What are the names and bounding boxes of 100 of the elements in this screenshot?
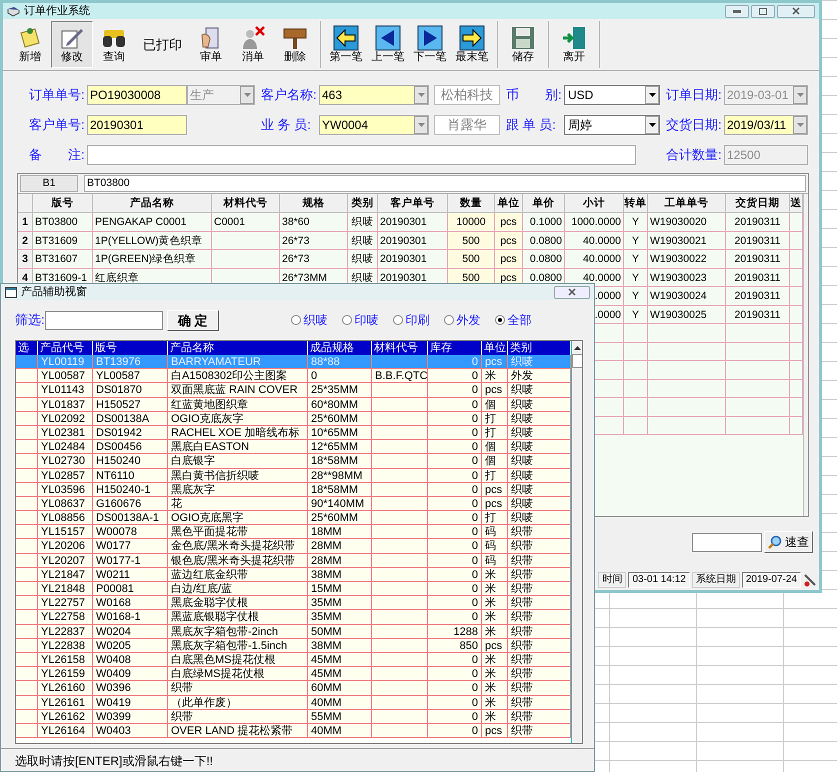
toolbar-button[interactable]: 储存: [502, 21, 544, 68]
toolbar-button[interactable]: 最末笔: [451, 21, 493, 68]
search-button[interactable]: 速查: [764, 531, 813, 553]
table-cell: YL02381: [38, 426, 93, 440]
table-cell: 0: [428, 596, 482, 610]
table-row[interactable]: YL22838 W0205 黑底灰字箱包带-1.5inch 38MM 850 pcs 织带: [16, 638, 571, 653]
table-cell: pcs: [495, 250, 523, 268]
table-cell: 0: [428, 496, 482, 510]
table-row[interactable]: YL22758 W0168-1 黑蓝底银聪字仗根 35MM 0 米 织带: [16, 610, 571, 625]
radio-option[interactable]: 全部: [494, 311, 532, 329]
search-field[interactable]: [692, 532, 762, 552]
toolbar-button[interactable]: 查询: [93, 21, 135, 68]
filter-field[interactable]: [44, 310, 163, 330]
table-cell: 织带: [168, 681, 308, 694]
table-row[interactable]: YL02857 NT6110 黑白黄书信折织唛 28**98MM 0 打 织唛: [16, 468, 571, 483]
table-cell: 50MM: [308, 624, 372, 638]
table-cell: 60*80MM: [308, 398, 372, 411]
table-row[interactable]: YL00587 YL00587 白A1508302印公主图案 0 B.B.F.QTC 0 米 外发: [16, 369, 571, 384]
toolbar-button[interactable]: 上一笔: [367, 21, 409, 68]
combo-field[interactable]: 2019/03/11: [724, 115, 808, 135]
table-row[interactable]: YL02092 DS00138A OGIO克底灰字 25*60MM 0 打 织唛: [16, 412, 571, 426]
table-cell: W00078: [93, 525, 168, 538]
toolbar-button[interactable]: 修改: [51, 21, 93, 68]
text-field[interactable]: PO19030008: [87, 85, 187, 105]
table-row[interactable]: YL15157 W00078 黑色平面提花带 18MM 0 码 织带: [16, 525, 571, 540]
cell-value-field[interactable]: BT03800: [84, 175, 806, 192]
toolbar-button[interactable]: 删除: [274, 21, 316, 68]
radio-option[interactable]: 织唛: [290, 311, 328, 329]
table-cell: 0: [428, 724, 482, 738]
triangle-left-icon: [375, 25, 401, 51]
radio-option[interactable]: 印唛: [342, 311, 379, 329]
table-cell: YL22757: [38, 596, 93, 610]
table-row[interactable]: YL21847 W0211 蓝边红底金织带 38MM 0 米 织带: [16, 568, 571, 582]
table-cell: H150527: [93, 398, 168, 411]
table-cell: BT31609: [33, 232, 93, 249]
table-row[interactable]: YL01837 H150527 红蓝黄地图织章 60*80MM 0 個 织唛: [16, 398, 571, 412]
caret-icon: [796, 123, 804, 127]
confirm-button[interactable]: 确 定: [166, 310, 219, 330]
radio-option[interactable]: 外发: [444, 311, 481, 329]
caret-icon: [648, 123, 656, 127]
table-row[interactable]: YL20207 W0177-1 银色底/黑米奇头提花织带 28MM 0 码 织带: [16, 554, 571, 568]
table-cell: YL21847: [38, 568, 93, 581]
table-row[interactable]: YL01143 DS01870 双面黑底蓝 RAIN COVER 25*35MM 0 pcs 织唛: [16, 383, 571, 398]
minimize-button[interactable]: [725, 4, 749, 18]
table-cell: OGIO克底灰字: [168, 412, 308, 425]
table-cell: 黑底灰字: [168, 482, 308, 496]
table-row[interactable]: YL26164 W0403 OVER LAND 提花松紧带 40MM 0 pcs 织带: [16, 724, 571, 738]
select-field[interactable]: USD: [564, 85, 660, 105]
table-cell: 米: [482, 681, 508, 694]
toolbar-button[interactable]: 审单: [190, 21, 232, 68]
table-row[interactable]: YL02381 DS01942 RACHEL XOE 加暗线布标 10*65MM 0 打 织唛: [16, 426, 571, 440]
table-row[interactable]: YL22757 W0168 黑底金聪字仗根 35MM 0 米 织带: [16, 596, 571, 610]
combo-field[interactable]: YW0004: [319, 115, 429, 135]
combo-field[interactable]: 463: [319, 85, 429, 105]
table-cell: 银色底/黑米奇头提花织带: [168, 554, 308, 567]
table-cell: DS01942: [93, 426, 168, 440]
table-cell: YL21848: [38, 582, 93, 596]
table-cell: 個: [482, 454, 508, 468]
table-row[interactable]: YL26162 W0399 织带 55MM 0 米 织带: [16, 710, 571, 724]
table-row[interactable]: YL21848 P00081 白边/红底/蓝 15MM 0 米 织带: [16, 582, 571, 596]
caret-icon: [648, 93, 656, 97]
table-row[interactable]: YL26161 W0419 （此单作废） 40MM 0 米 织带: [16, 696, 571, 710]
table-cell: W0204: [93, 624, 168, 638]
table-row[interactable]: YL02484 DS00456 黑底白EASTON 12*65MM 0 個 织唛: [16, 440, 571, 454]
column-header: 类别: [348, 194, 378, 212]
table-cell: C0001: [212, 213, 280, 230]
table-cell: 黑底白EASTON: [168, 440, 308, 454]
table-row[interactable]: YL26159 W0409 白底绿MS提花仗根 45MM 0 米 织带: [16, 667, 571, 682]
dropdown-button[interactable]: [645, 86, 659, 104]
text-field[interactable]: [87, 145, 636, 165]
toolbar-button[interactable]: 消单: [232, 21, 274, 68]
table-cell: 织带: [168, 710, 308, 723]
close-button[interactable]: [554, 286, 590, 298]
toolbar-button[interactable]: 第一笔: [325, 21, 367, 68]
select-field[interactable]: 周婷: [564, 115, 660, 135]
table-row[interactable]: YL08856 DS00138A-1 OGIO克底黑字 25*60MM 0 打 织唛: [16, 511, 571, 526]
scrollbar[interactable]: [803, 194, 808, 516]
close-button[interactable]: [777, 4, 815, 18]
radio-option[interactable]: 印刷: [392, 311, 430, 329]
toolbar-button[interactable]: 下一笔: [409, 21, 451, 68]
maximize-button[interactable]: [751, 4, 775, 18]
table-row[interactable]: YL26158 W0408 白底黑色MS提花仗根 45MM 0 米 织带: [16, 652, 571, 668]
dropdown-button[interactable]: [645, 116, 659, 134]
table-row[interactable]: YL26160 W0396 织带 60MM 0 米 织带: [16, 681, 571, 696]
table-cell: W19030021: [648, 232, 726, 249]
table-row[interactable]: YL20206 W0177 金色底/黑米奇头提花织带 28MM 0 码 织带: [16, 539, 571, 554]
table-cell: 0: [428, 696, 482, 709]
scrollbar[interactable]: [571, 341, 582, 743]
table-cell: 28**98MM: [308, 468, 372, 482]
text-field[interactable]: 20190301: [87, 115, 187, 135]
toolbar-button[interactable]: 离开: [553, 21, 595, 68]
table-cell: YL08637: [38, 496, 93, 510]
table-row[interactable]: YL02730 H150240 白底银字 18*58MM 0 個 织唛: [16, 454, 571, 468]
table-row[interactable]: YL03596 H150240-1 黑底灰字 18*58MM 0 pcs 织唛: [16, 482, 571, 497]
table-row[interactable]: YL08637 G160676 花 90*140MM 0 pcs 织唛: [16, 496, 571, 512]
status-value: 2019-07-24: [742, 572, 801, 588]
table-row[interactable]: YL22837 W0204 黑底灰字箱包带-2inch 50MM 1288 米 织带: [16, 624, 571, 639]
table-cell: W19030023: [648, 268, 726, 286]
toolbar-button[interactable]: 新增: [9, 21, 51, 68]
scrollbar-thumb[interactable]: [572, 354, 582, 368]
